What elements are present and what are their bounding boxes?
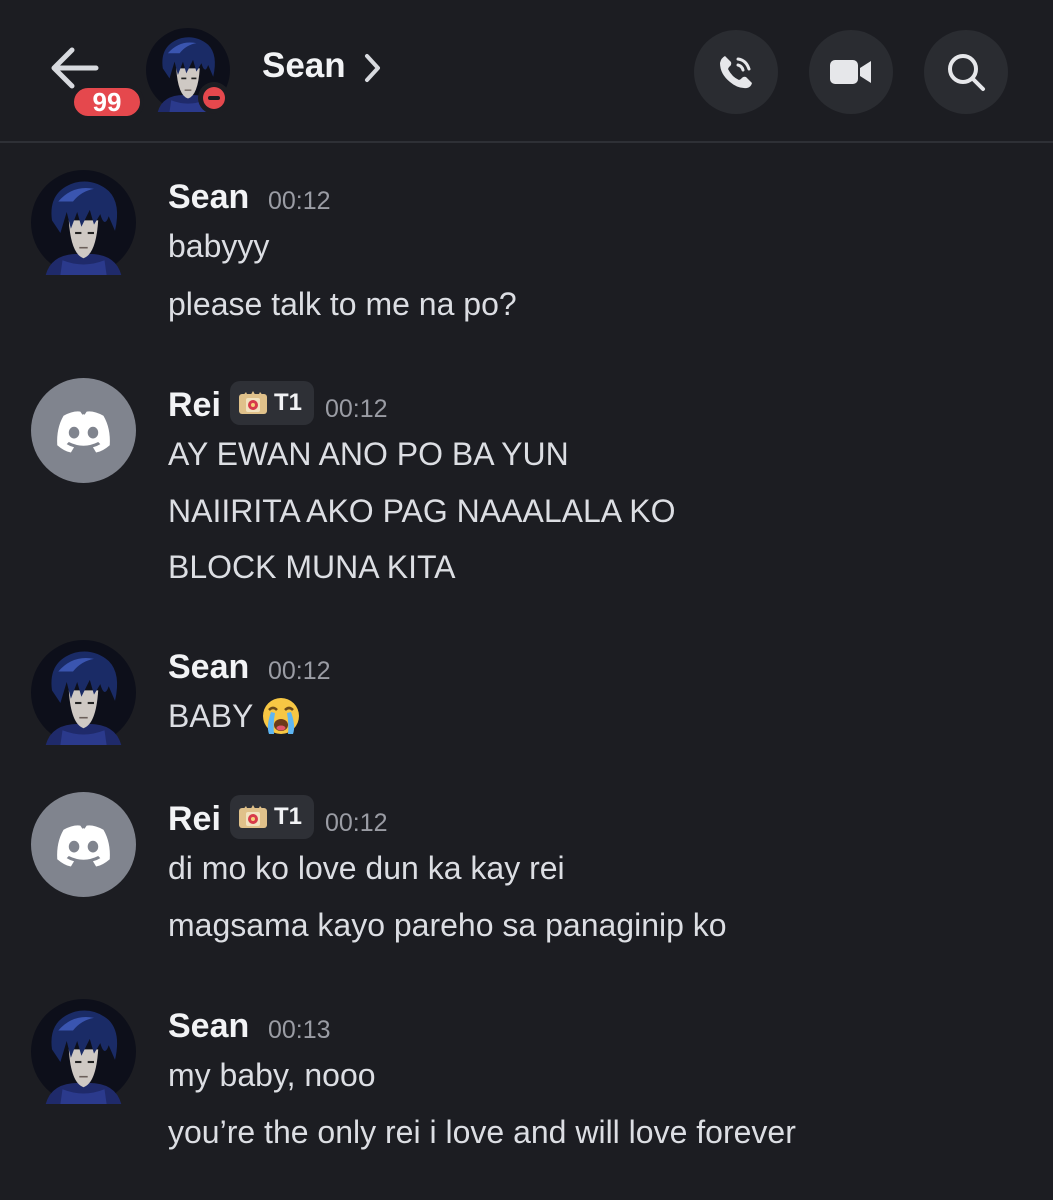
loudly-crying-face-emoji	[263, 697, 300, 734]
video-camera-icon	[830, 60, 871, 84]
message-text: BLOCK MUNA KITA	[168, 549, 456, 585]
message-author[interactable]: Rei	[168, 800, 221, 839]
message-timestamp: 00:13	[268, 1016, 331, 1044]
message-timestamp: 00:12	[268, 187, 331, 215]
unread-count-badge: 99	[70, 84, 144, 120]
message-author[interactable]: Sean	[168, 178, 249, 217]
crown-badge-icon	[238, 804, 268, 830]
message-text: you’re the only rei i love and will love…	[168, 1114, 796, 1150]
chat-header: 99 Sean	[0, 0, 1053, 143]
message-text: babyyy	[168, 228, 270, 264]
channel-title[interactable]: Sean	[262, 46, 346, 86]
guild-tag-label: T1	[274, 389, 303, 416]
guild-tag[interactable]: T1	[230, 381, 314, 425]
message-author[interactable]: Sean	[168, 648, 249, 687]
avatar[interactable]	[31, 170, 136, 275]
avatar[interactable]	[31, 640, 136, 745]
guild-tag-label: T1	[274, 803, 303, 830]
message-author[interactable]: Rei	[168, 386, 221, 425]
discord-default-avatar[interactable]	[31, 378, 136, 483]
message-author[interactable]: Sean	[168, 1007, 249, 1046]
message-text: my baby, nooo	[168, 1057, 376, 1093]
discord-default-avatar[interactable]	[31, 792, 136, 897]
crown-badge-icon	[238, 390, 268, 416]
message-text: please talk to me na po?	[168, 286, 517, 322]
message-text-content: BABY	[168, 698, 254, 734]
chevron-right-icon[interactable]	[362, 52, 384, 84]
message-timestamp: 00:12	[325, 395, 388, 423]
phone-call-icon	[720, 56, 752, 89]
search-button[interactable]	[924, 30, 1008, 114]
message-timestamp: 00:12	[268, 657, 331, 685]
message-text: AY EWAN ANO PO BA YUN	[168, 436, 569, 472]
message-timestamp: 00:12	[325, 809, 388, 837]
avatar[interactable]	[31, 999, 136, 1104]
message-text: di mo ko love dun ka kay rei	[168, 850, 565, 886]
message-text: NAIIRITA AKO PAG NAAALALA KO	[168, 493, 676, 529]
guild-tag[interactable]: T1	[230, 795, 314, 839]
search-icon	[948, 54, 985, 91]
message-text: BABY	[168, 697, 303, 739]
message-text: magsama kayo pareho sa panaginip ko	[168, 907, 727, 943]
voice-call-button[interactable]	[694, 30, 778, 114]
video-call-button[interactable]	[809, 30, 893, 114]
status-dnd-icon	[198, 82, 230, 114]
